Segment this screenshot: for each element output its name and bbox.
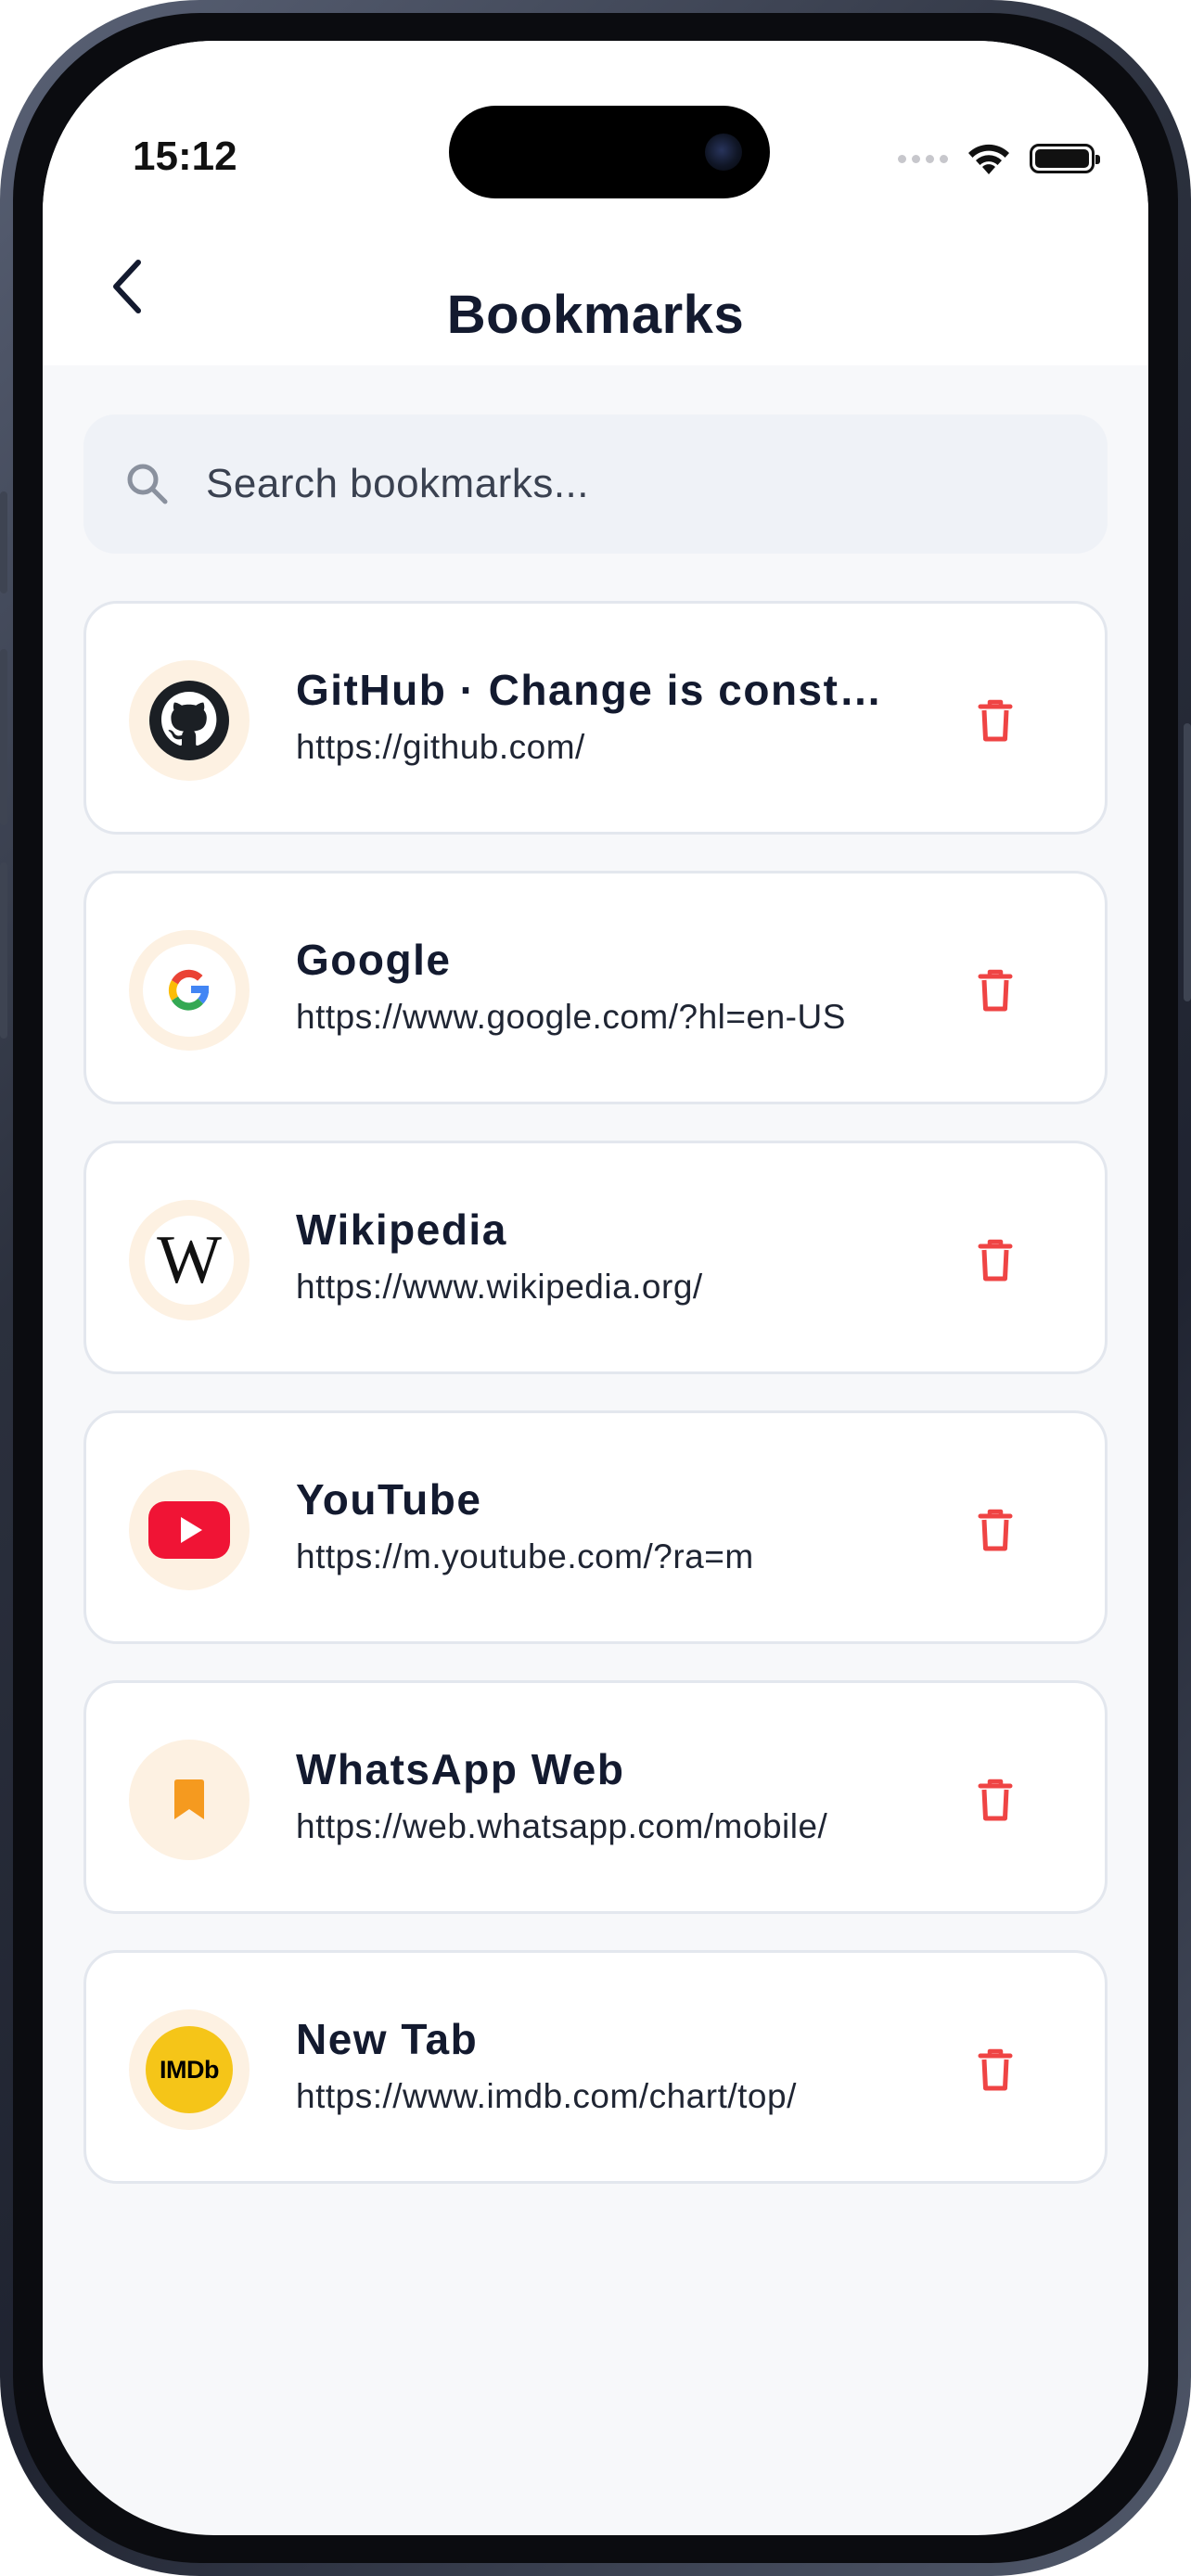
bookmark-title: New Tab: [296, 2015, 479, 2063]
github-icon: [149, 681, 229, 760]
bookmark-item-wikipedia[interactable]: W Wikipedia https://www.wikipedia.org/: [83, 1141, 1108, 1374]
bookmark-title: Google: [296, 936, 452, 984]
favicon: W: [129, 1200, 250, 1320]
google-icon: [143, 944, 236, 1037]
trash-icon: [978, 699, 1013, 742]
youtube-icon: [148, 1501, 230, 1559]
delete-button[interactable]: [969, 1772, 1021, 1828]
status-icons: [898, 141, 1100, 176]
bookmark-item-google[interactable]: Google https://www.google.com/?hl=en-US: [83, 871, 1108, 1104]
side-button: [0, 862, 7, 1039]
bookmark-item-imdb[interactable]: IMDb New Tab https://www.imdb.com/chart/…: [83, 1950, 1108, 2184]
delete-button[interactable]: [969, 2042, 1021, 2098]
favicon: [129, 1740, 250, 1860]
favicon: [129, 660, 250, 781]
delete-button[interactable]: [969, 963, 1021, 1018]
trash-icon: [978, 2048, 1013, 2091]
bookmark-item-whatsapp[interactable]: WhatsApp Web https://web.whatsapp.com/mo…: [83, 1680, 1108, 1914]
camera-icon: [705, 134, 742, 171]
bookmark-list: GitHub · Change is constant. GitHub keep…: [83, 601, 1108, 2220]
trash-icon: [978, 969, 1013, 1012]
imdb-icon: IMDb: [146, 2026, 233, 2113]
delete-button[interactable]: [969, 1502, 1021, 1558]
search-input[interactable]: [204, 460, 1039, 508]
screen: 15:12 Bookmarks Search bookmarks... GitH…: [43, 41, 1148, 2535]
side-button: [1184, 723, 1191, 1001]
bookmark-url: https://www.wikipedia.org/: [296, 1268, 703, 1306]
delete-button[interactable]: [969, 1232, 1021, 1288]
search-icon: [127, 464, 168, 504]
favicon: IMDb: [129, 2009, 250, 2130]
trash-icon: [978, 1239, 1013, 1282]
bookmark-url: https://www.imdb.com/chart/top/: [296, 2077, 797, 2115]
page-title: Bookmarks: [446, 285, 745, 345]
wifi-icon: [968, 144, 1009, 174]
dynamic-island: [449, 106, 770, 198]
side-button: [0, 649, 7, 825]
bookmark-title: YouTube: [296, 1475, 482, 1524]
bookmark-icon: [174, 1779, 204, 1819]
header: 15:12 Bookmarks: [43, 41, 1148, 365]
bookmark-item-youtube[interactable]: YouTube https://m.youtube.com/?ra=m: [83, 1410, 1108, 1644]
wikipedia-icon: W: [145, 1216, 234, 1305]
cellular-signal-icon: [898, 154, 948, 163]
bookmark-title: Wikipedia: [296, 1205, 507, 1254]
status-time: 15:12: [133, 134, 237, 179]
phone-bezel: 15:12 Bookmarks Search bookmarks... GitH…: [13, 13, 1178, 2563]
favicon: [129, 1470, 250, 1590]
phone-frame: 15:12 Bookmarks Search bookmarks... GitH…: [0, 0, 1191, 2576]
trash-icon: [978, 1779, 1013, 1821]
bookmark-url: https://web.whatsapp.com/mobile/: [296, 1807, 828, 1845]
bookmark-url: https://www.google.com/?hl=en-US: [296, 998, 846, 1036]
search-bar[interactable]: [83, 414, 1108, 554]
bookmark-item-github[interactable]: GitHub · Change is constant. GitHub keep…: [83, 601, 1108, 835]
bookmark-url: https://m.youtube.com/?ra=m: [296, 1537, 754, 1575]
favicon: [129, 930, 250, 1051]
bookmark-title: WhatsApp Web: [296, 1745, 625, 1793]
delete-button[interactable]: [969, 693, 1021, 748]
battery-icon: [1030, 144, 1100, 173]
trash-icon: [978, 1509, 1013, 1551]
bookmark-url: https://github.com/: [296, 728, 585, 766]
side-button: [0, 491, 7, 593]
bookmark-title: GitHub · Change is constant. GitHub keep…: [296, 666, 899, 714]
